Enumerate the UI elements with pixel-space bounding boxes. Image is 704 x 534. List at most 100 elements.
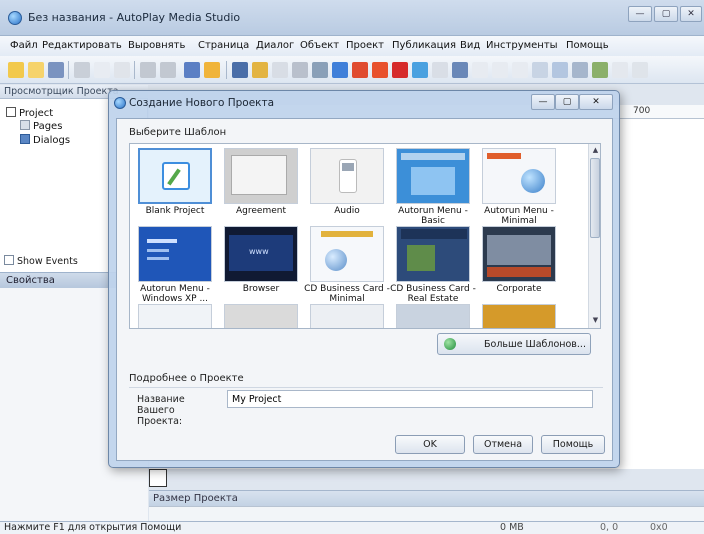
- scrollbar-thumb[interactable]: [590, 158, 600, 238]
- choose-template-label: Выберите Шаблон: [129, 127, 227, 138]
- checkbox-icon: [4, 255, 14, 265]
- video-object-icon[interactable]: [312, 62, 328, 78]
- scroll-up-icon[interactable]: ▲: [591, 146, 600, 155]
- close-button[interactable]: ✕: [680, 6, 702, 22]
- template-thumbnail-icon: [396, 304, 470, 328]
- template-row3-3[interactable]: [306, 302, 388, 328]
- tree-item-pages[interactable]: Pages: [20, 120, 62, 132]
- input-object-icon[interactable]: [432, 62, 448, 78]
- status-size: 0x0: [650, 522, 668, 533]
- template-autorun-basic[interactable]: Autorun Menu - Basic: [392, 146, 474, 226]
- template-blank-project[interactable]: Blank Project: [134, 146, 216, 226]
- ok-button[interactable]: OK: [395, 435, 465, 454]
- paste-icon[interactable]: [114, 62, 130, 78]
- menu-file[interactable]: Файл: [10, 40, 38, 51]
- blank-project-icon: [138, 148, 212, 204]
- template-thumbnail-icon: [224, 304, 298, 328]
- menu-page[interactable]: Страница: [198, 40, 249, 51]
- menu-publish[interactable]: Публикация: [392, 40, 456, 51]
- template-cd-minimal[interactable]: CD Business Card - Minimal: [304, 224, 390, 304]
- build-icon[interactable]: [204, 62, 220, 78]
- template-autorun-minimal[interactable]: Autorun Menu - Minimal: [478, 146, 560, 226]
- copy-icon[interactable]: [94, 62, 110, 78]
- template-thumbnail-icon: [482, 304, 556, 328]
- slideshow-object-icon[interactable]: [372, 62, 388, 78]
- save-icon[interactable]: [48, 62, 64, 78]
- main-toolbar: [0, 56, 704, 84]
- dialogs-icon: [20, 134, 30, 144]
- help-button[interactable]: Помощь: [541, 435, 605, 454]
- open-folder-icon[interactable]: [28, 62, 44, 78]
- redo-icon[interactable]: [160, 62, 176, 78]
- autorun-xp-icon: [138, 226, 212, 282]
- template-corporate[interactable]: Corporate: [478, 224, 560, 304]
- template-row3-5[interactable]: [478, 302, 560, 328]
- dialog-maximize-button[interactable]: ▢: [555, 94, 579, 110]
- project-name-label: Название Вашего Проекта:: [137, 394, 185, 427]
- tree-item-project[interactable]: Project: [6, 107, 53, 119]
- agreement-icon: [224, 148, 298, 204]
- maximize-button[interactable]: ▢: [654, 6, 678, 22]
- project-name-input[interactable]: [227, 390, 593, 408]
- frame-object-icon[interactable]: [612, 62, 628, 78]
- menu-project[interactable]: Проект: [346, 40, 384, 51]
- autorun-minimal-icon: [482, 148, 556, 204]
- cut-icon[interactable]: [74, 62, 90, 78]
- globe-icon: [444, 338, 456, 350]
- dialog-close-button[interactable]: ✕: [579, 94, 613, 110]
- template-grid: Blank Project Agreement Audio Autorun Me…: [129, 143, 601, 329]
- template-row3-1[interactable]: [134, 302, 216, 328]
- more-templates-button[interactable]: Больше Шаблонов...: [437, 333, 591, 355]
- button-object-icon[interactable]: [232, 62, 248, 78]
- menu-edit[interactable]: Редактировать: [42, 40, 122, 51]
- tree-item-dialogs[interactable]: Dialogs: [20, 134, 70, 146]
- status-bar: Нажмите F1 для открытия Помощи 0 MB 0, 0…: [0, 521, 704, 534]
- ie-object-icon[interactable]: [412, 62, 428, 78]
- template-row3-4[interactable]: [392, 302, 474, 328]
- app-icon: [8, 11, 22, 25]
- checkbox-object-icon[interactable]: [452, 62, 468, 78]
- pdf-object-icon[interactable]: [392, 62, 408, 78]
- pen-icon[interactable]: [632, 62, 648, 78]
- canvas-resize-handle[interactable]: [149, 469, 167, 487]
- template-autorun-xp[interactable]: Autorun Menu - Windows XP ...: [134, 224, 216, 304]
- menu-align[interactable]: Выровнять: [128, 40, 185, 51]
- template-scrollbar[interactable]: ▲ ▼: [588, 144, 600, 328]
- preview-icon[interactable]: [184, 62, 200, 78]
- label-object-icon[interactable]: [252, 62, 268, 78]
- menu-tools[interactable]: Инструменты: [486, 40, 558, 51]
- plugin-object-icon[interactable]: [592, 62, 608, 78]
- status-position: 0, 0: [600, 522, 619, 533]
- radio-object-icon[interactable]: [472, 62, 488, 78]
- dialog-body: Выберите Шаблон Blank Project Agreement: [116, 118, 613, 461]
- template-row3-2[interactable]: [220, 302, 302, 328]
- scroll-down-icon[interactable]: ▼: [591, 316, 600, 325]
- template-audio[interactable]: Audio: [306, 146, 388, 226]
- template-agreement[interactable]: Agreement: [220, 146, 302, 226]
- tree-object-icon[interactable]: [552, 62, 568, 78]
- combo-object-icon[interactable]: [492, 62, 508, 78]
- menu-dialog[interactable]: Диалог: [256, 40, 294, 51]
- cancel-button[interactable]: Отмена: [473, 435, 533, 454]
- minimize-button[interactable]: —: [628, 6, 652, 22]
- undo-icon[interactable]: [140, 62, 156, 78]
- template-browser[interactable]: www Browser: [220, 224, 302, 304]
- progress-object-icon[interactable]: [572, 62, 588, 78]
- menu-object[interactable]: Объект: [300, 40, 339, 51]
- paragraph-object-icon[interactable]: [272, 62, 288, 78]
- list-object-icon[interactable]: [512, 62, 528, 78]
- new-project-dialog: Создание Нового Проекта — ▢ ✕ Выберите Ш…: [108, 90, 620, 468]
- ruler-label: 700: [633, 106, 651, 116]
- pointer-icon[interactable]: [8, 62, 24, 78]
- template-cd-realestate[interactable]: CD Business Card - Real Estate: [390, 224, 476, 304]
- image-object-icon[interactable]: [292, 62, 308, 78]
- menu-help[interactable]: Помощь: [566, 40, 609, 51]
- web-object-icon[interactable]: [332, 62, 348, 78]
- dialog-minimize-button[interactable]: —: [531, 94, 555, 110]
- properties-title: Свойства: [6, 275, 55, 286]
- corporate-icon: [482, 226, 556, 282]
- menu-view[interactable]: Вид: [460, 40, 480, 51]
- grid-object-icon[interactable]: [532, 62, 548, 78]
- template-thumbnail-icon: [310, 304, 384, 328]
- flash-object-icon[interactable]: [352, 62, 368, 78]
